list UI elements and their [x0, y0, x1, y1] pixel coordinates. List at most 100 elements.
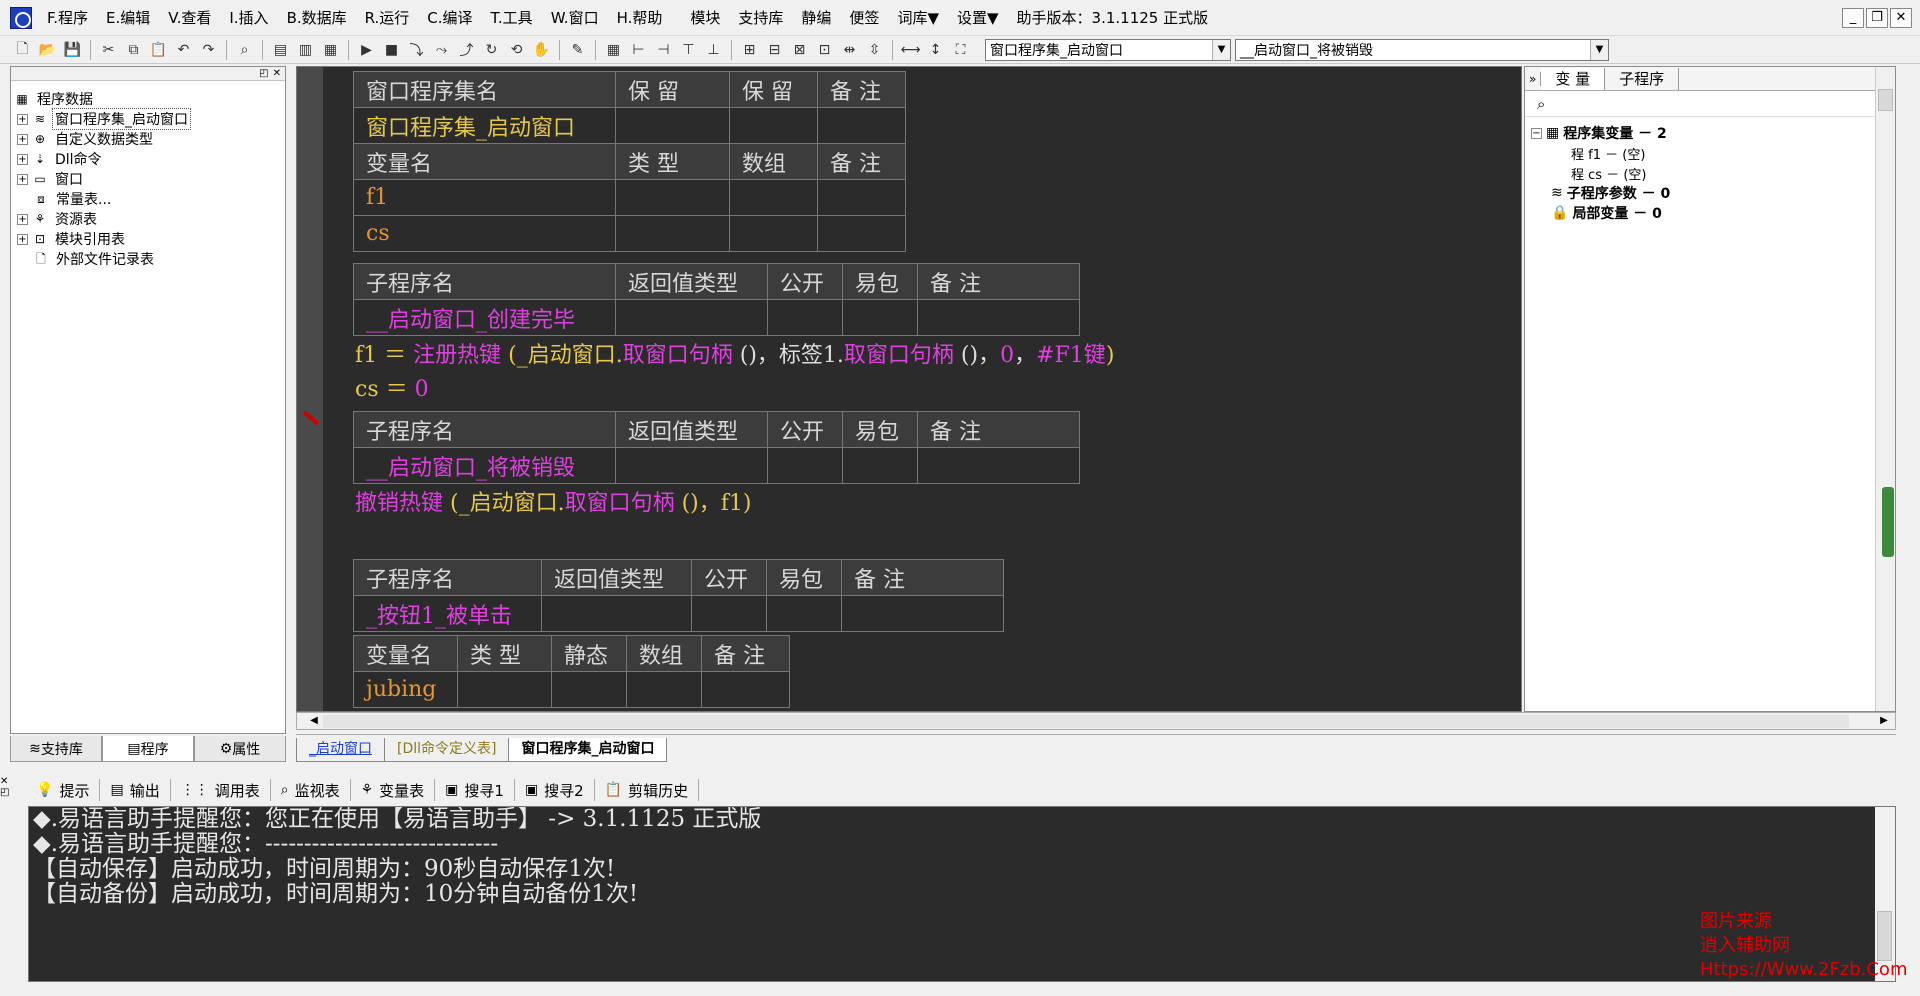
code-line-unregister-hotkey[interactable]: 撤销热键 (_启动窗口.取窗口句柄 ()，f1) — [355, 485, 752, 517]
step-out-icon[interactable]: ⤴ — [454, 38, 479, 62]
menu-support-lib[interactable]: 支持库 — [729, 0, 792, 36]
menu-notes[interactable]: 便签 — [840, 0, 888, 36]
tab-subroutines[interactable]: 子程序 — [1605, 67, 1680, 90]
code-editor[interactable]: 窗口程序集名 保 留 保 留 备 注 窗口程序集_启动窗口 变量名 类 型 数组… — [296, 66, 1522, 712]
run-icon[interactable]: ▶ — [354, 38, 379, 62]
tab-hints[interactable]: 💡 提示 — [26, 779, 101, 801]
menu-edit[interactable]: E.编辑 — [97, 0, 159, 36]
align-bottom-icon[interactable]: ⊥ — [701, 38, 726, 62]
menu-program[interactable]: F.程序 — [38, 0, 97, 36]
table-cell[interactable] — [841, 595, 1004, 632]
layout-1-icon[interactable]: ▤ — [268, 38, 293, 62]
table-cell[interactable] — [729, 179, 818, 216]
new-file-icon[interactable]: 🗋 — [10, 38, 35, 62]
run-to-cursor-icon[interactable]: ↻ — [479, 38, 504, 62]
code-line-cs-assign[interactable]: cs ＝ 0 — [355, 371, 429, 403]
space-h-icon[interactable]: ⇹ — [837, 38, 862, 62]
tab-search2[interactable]: ▣ 搜寻2 — [515, 779, 595, 801]
tab-properties[interactable]: ⚙ 属性 — [194, 736, 286, 762]
menu-settings[interactable]: 设置▼ — [948, 0, 1008, 36]
align-top-icon[interactable]: ⊤ — [676, 38, 701, 62]
center-h-icon[interactable]: ⊞ — [737, 38, 762, 62]
tree-node-var-f1[interactable]: 程 f1 － (空) — [1531, 143, 1895, 163]
tree-item-resources[interactable]: + ⚘ 资源表 — [13, 209, 285, 229]
tab-search1[interactable]: ▣ 搜寻1 — [435, 779, 515, 801]
side-handle[interactable] — [1882, 487, 1894, 557]
tree-item-module-refs[interactable]: + ⊡ 模块引用表 — [13, 229, 285, 249]
fit-all-icon[interactable]: ⛶ — [948, 38, 973, 62]
table-cell[interactable] — [917, 447, 1080, 484]
fit-height-icon[interactable]: ↕ — [923, 38, 948, 62]
subroutine-name[interactable]: __启动窗口_创建完毕 — [353, 299, 616, 336]
tree-item-program-set[interactable]: + ≋ 窗口程序集_启动窗口 — [13, 108, 285, 130]
copy-icon[interactable]: ⧉ — [121, 38, 146, 62]
tree-root[interactable]: ▦ 程序数据 — [13, 89, 285, 109]
table-cell[interactable] — [701, 671, 790, 708]
collapse-icon[interactable]: − — [1531, 127, 1542, 139]
tree-node-locals[interactable]: 🔒 局部变量 － 0 — [1531, 203, 1895, 223]
hand-icon[interactable]: ✋ — [529, 38, 554, 62]
tab-variables[interactable]: 变 量 — [1541, 67, 1606, 90]
menu-view[interactable]: V.查看 — [159, 0, 220, 36]
align-right-icon[interactable]: ⊣ — [651, 38, 676, 62]
expand-icon[interactable]: + — [17, 213, 28, 225]
tab-watch[interactable]: ⌕ 监视表 — [271, 779, 351, 801]
expand-icon[interactable]: + — [17, 233, 28, 245]
undo-icon[interactable]: ↶ — [171, 38, 196, 62]
expand-icon[interactable]: + — [17, 153, 28, 165]
menu-insert[interactable]: I.插入 — [220, 0, 277, 36]
doc-tab-dll-table[interactable]: [Dll命令定义表] — [384, 738, 510, 762]
editor-horizontal-scrollbar[interactable]: ◀ ▶ — [296, 712, 1896, 730]
menu-help[interactable]: H.帮助 — [608, 0, 672, 36]
tab-variables-table[interactable]: ⚘ 变量表 — [351, 779, 436, 801]
doc-tab-startup-window[interactable]: _启动窗口 — [296, 738, 385, 762]
menu-compile[interactable]: C.编译 — [418, 0, 481, 36]
scroll-left-icon[interactable]: ◀ — [305, 713, 323, 729]
table-cell[interactable] — [551, 671, 627, 708]
same-width-icon[interactable]: ⊠ — [787, 38, 812, 62]
menu-database[interactable]: B.数据库 — [278, 0, 356, 36]
table-cell[interactable] — [729, 215, 818, 252]
minimize-icon[interactable]: _ — [1842, 7, 1864, 28]
tree-node-var-cs[interactable]: 程 cs － (空) — [1531, 163, 1895, 183]
expand-icon[interactable]: + — [17, 113, 28, 125]
expand-icon[interactable]: + — [17, 173, 28, 185]
tree-item-custom-types[interactable]: + ⊕ 自定义数据类型 — [13, 129, 285, 149]
tree-node-set-vars[interactable]: − ▦ 程序集变量 － 2 — [1531, 123, 1895, 143]
redo-icon[interactable]: ↷ — [196, 38, 221, 62]
table-cell[interactable] — [541, 595, 692, 632]
table-cell[interactable] — [817, 107, 906, 144]
table-cell[interactable] — [457, 671, 552, 708]
program-set-name[interactable]: 窗口程序集_启动窗口 — [353, 107, 616, 144]
tab-output[interactable]: ▤ 输出 — [100, 779, 171, 801]
table-cell[interactable] — [817, 179, 906, 216]
table-cell[interactable] — [615, 107, 730, 144]
menu-module[interactable]: 模块 — [681, 0, 729, 36]
table-cell[interactable] — [817, 215, 906, 252]
tab-program[interactable]: ▤ 程序 — [102, 736, 194, 762]
table-cell[interactable] — [615, 447, 768, 484]
save-icon[interactable]: 💾 — [60, 38, 85, 62]
step-over-icon[interactable]: ⤳ — [429, 38, 454, 62]
menu-static-compile[interactable]: 静编 — [792, 0, 840, 36]
table-cell[interactable] — [842, 299, 918, 336]
table-cell[interactable] — [767, 299, 843, 336]
scroll-thumb[interactable] — [1878, 89, 1893, 111]
layout-3-icon[interactable]: ▦ — [318, 38, 343, 62]
cut-icon[interactable]: ✂ — [96, 38, 121, 62]
subroutine-combo[interactable]: __启动窗口_将被销毁 ▼ — [1235, 38, 1609, 61]
find-icon[interactable]: ⌕ — [232, 38, 257, 62]
table-cell[interactable] — [615, 179, 730, 216]
expand-icon[interactable]: + — [17, 133, 28, 145]
table-cell[interactable] — [626, 671, 702, 708]
table-cell[interactable] — [615, 215, 730, 252]
var-name[interactable]: jubing — [353, 671, 458, 708]
doc-tab-program-set[interactable]: 窗口程序集_启动窗口 — [508, 738, 668, 762]
align-left-icon[interactable]: ⊢ — [626, 38, 651, 62]
tree-node-params[interactable]: ≋ 子程序参数 － 0 — [1531, 183, 1895, 203]
breakpoint-icon[interactable]: ⟲ — [504, 38, 529, 62]
scroll-thumb[interactable] — [323, 715, 1849, 728]
step-in-icon[interactable]: ⤵ — [404, 38, 429, 62]
center-v-icon[interactable]: ⊟ — [762, 38, 787, 62]
menu-dictionary[interactable]: 词库▼ — [888, 0, 948, 36]
